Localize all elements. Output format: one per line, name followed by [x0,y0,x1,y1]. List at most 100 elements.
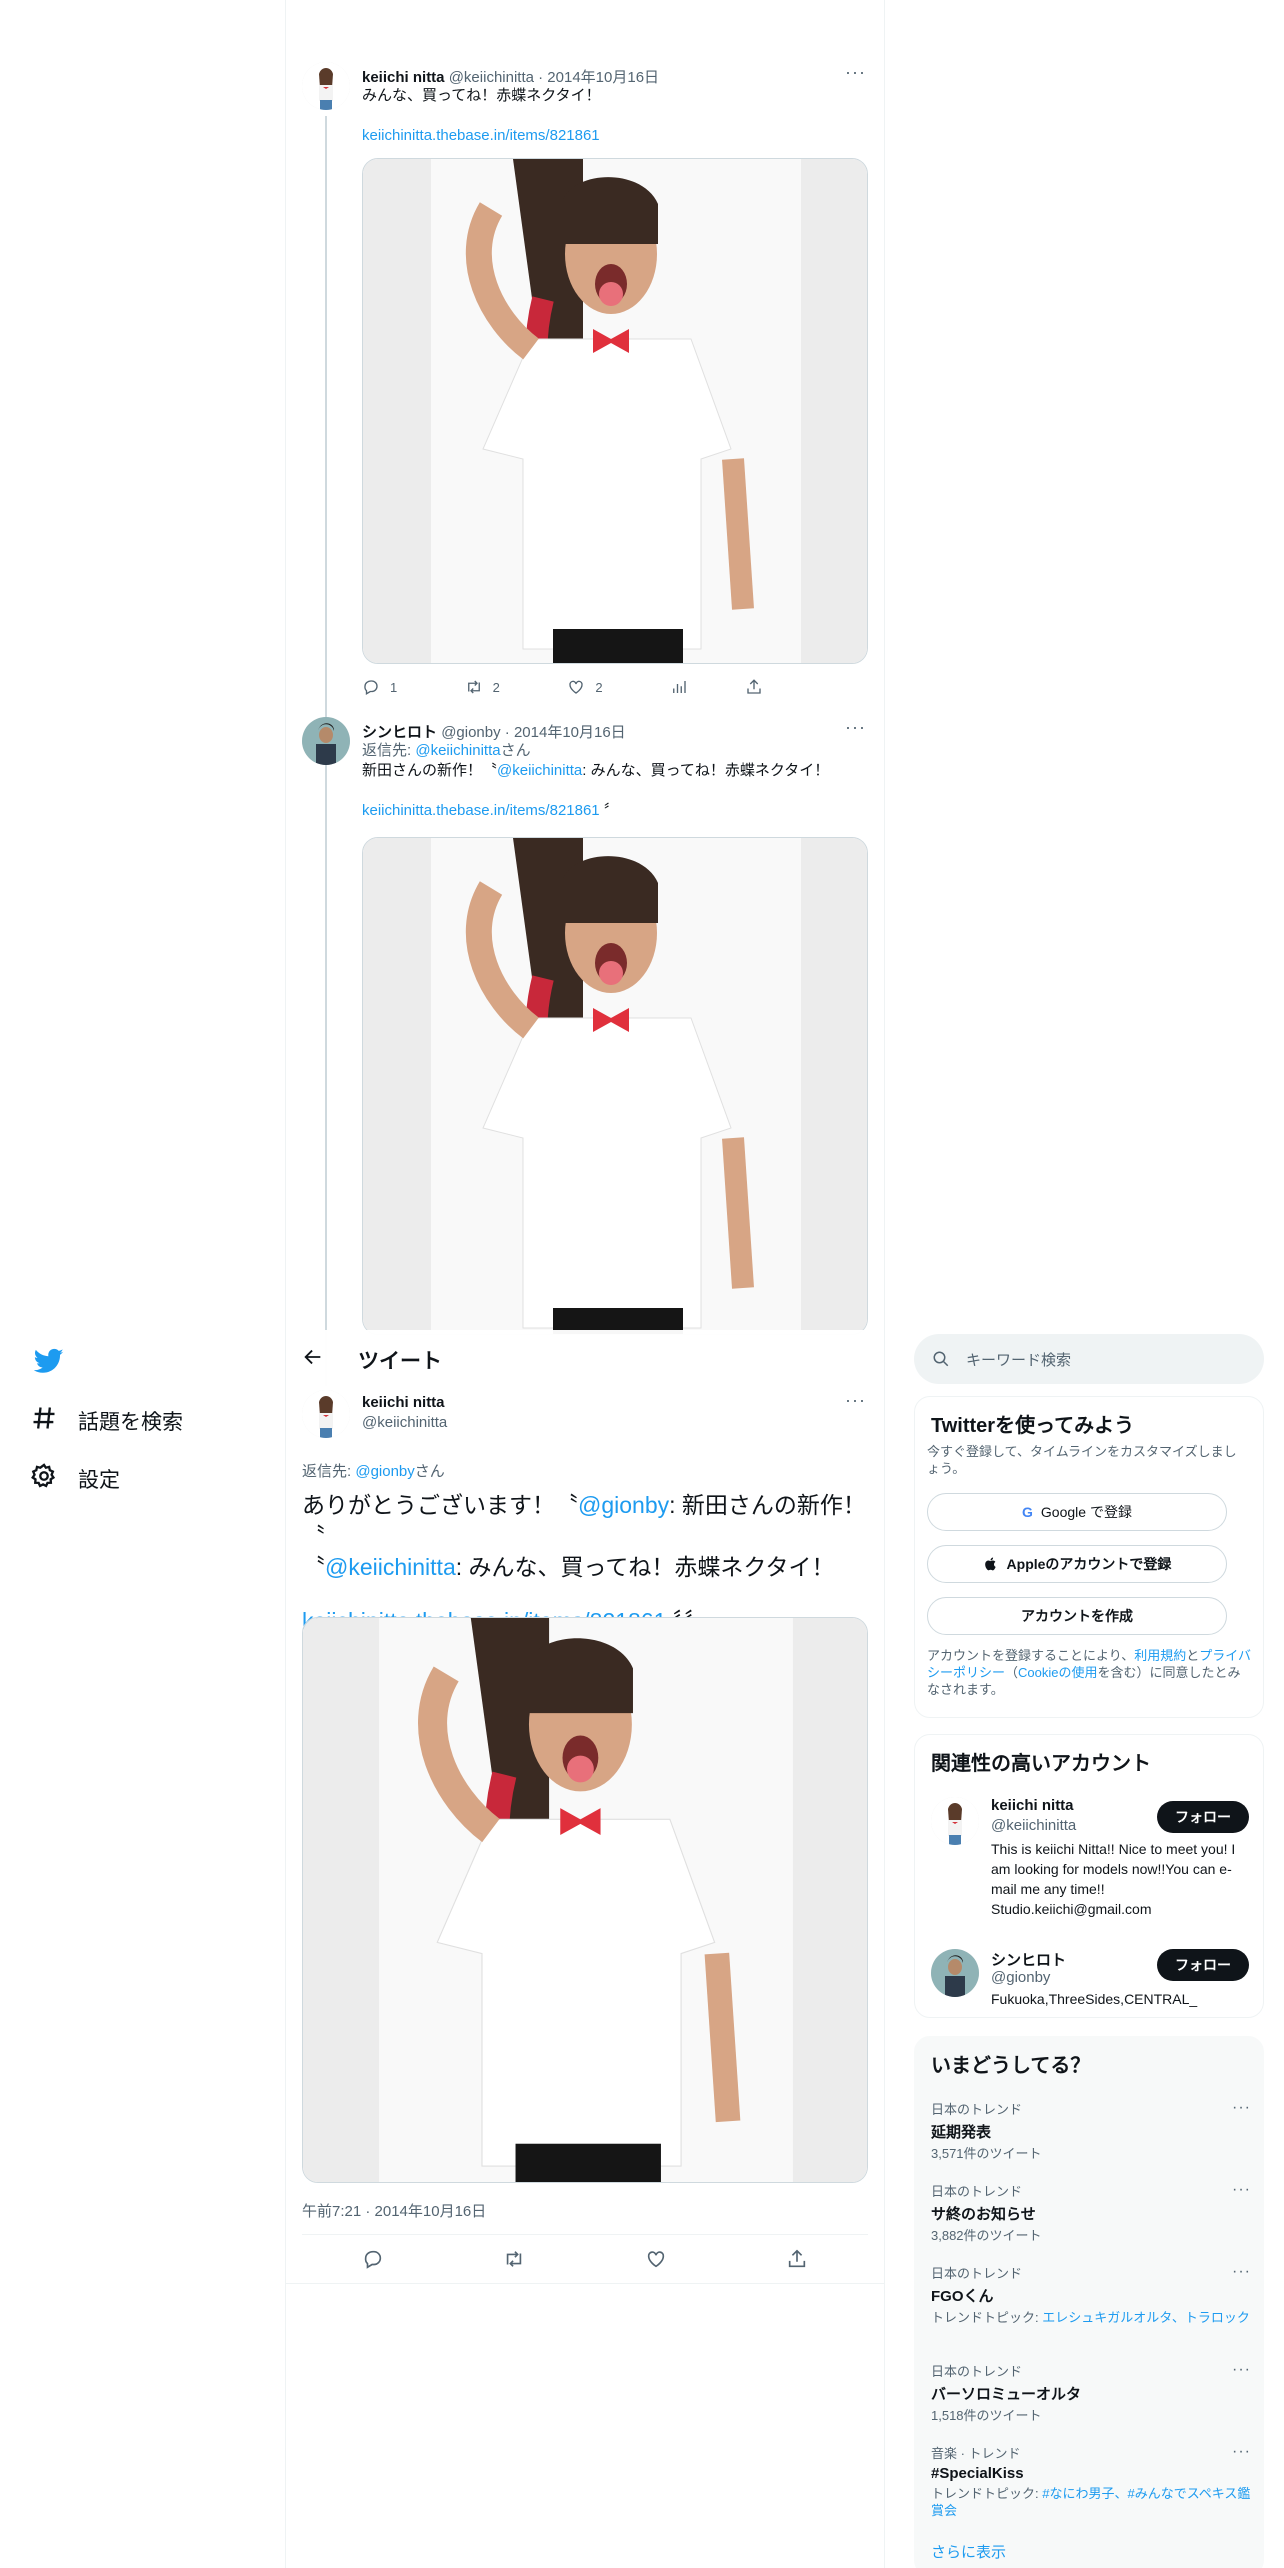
trend-count: 3,571件のツイート [931,2146,1042,2161]
retweet-count: 2 [492,679,500,695]
more-options-icon[interactable]: ··· [845,1390,866,1411]
tweet-link[interactable]: keiichinitta.thebase.in/items/821861 [362,127,600,144]
trend-topic-link[interactable]: エレシュキガルオルタ、トラロック [1042,2310,1250,2325]
cookie-link[interactable]: Cookieの使用 [1018,1665,1097,1680]
share-icon[interactable] [786,2248,808,2270]
trend-item[interactable]: 日本のトレンド サ終のお知らせ 3,882件のツイート ··· [931,2181,1251,2244]
mention-link[interactable]: @gionby [578,1492,669,1518]
trend-topics: トレンドトピック: #なにわ男子、#みんなでスペキス鑑賞会 [931,2485,1251,2519]
retweet-icon[interactable] [503,2248,525,2270]
tweet-photo[interactable] [362,158,868,664]
page-title: ツイート [358,1350,442,1373]
more-options-icon[interactable]: ··· [1232,2181,1251,2199]
search-placeholder: キーワード検索 [966,1351,1072,1369]
nav-settings-label: 設定 [78,1469,120,1492]
reply-suffix: さん [500,742,531,759]
reply-handle-link[interactable]: @gionby [355,1463,414,1480]
signup-legal: アカウントを登録することにより、利用規約とプライバシーポリシー（Cookieの使… [927,1647,1252,1698]
author-name[interactable]: keiichi nitta [362,1394,445,1411]
trend-category: 音楽 · トレンド [931,2446,1021,2461]
nav-settings[interactable]: 設定 [30,1462,120,1496]
avatar[interactable] [931,1797,979,1845]
google-signup-button[interactable]: G Google で登録 [927,1493,1227,1531]
account-bio: Fukuoka,ThreeSides,CENTRAL_ [991,1991,1198,2007]
reply-icon[interactable] [362,2248,384,2270]
search-box[interactable]: キーワード検索 [914,1334,1264,1384]
more-options-icon[interactable]: ··· [1232,2443,1251,2461]
reply-prefix: 返信先: [302,1463,356,1480]
avatar[interactable] [302,1390,350,1438]
account-name[interactable]: シンヒロト [991,1949,1066,1970]
heart-icon[interactable] [645,2248,667,2270]
avatar[interactable] [302,62,350,110]
tweet-photo[interactable] [302,1617,868,2183]
avatar[interactable] [302,717,350,765]
follow-button[interactable]: フォロー [1157,1801,1249,1833]
signup-title: Twitterを使ってみよう [931,1415,1135,1437]
apple-signup-label: Appleのアカウントで登録 [1006,1556,1172,1572]
tweet-timestamp[interactable]: 午前7:21 · 2014年10月16日 [302,2200,486,2221]
show-more-link[interactable]: さらに表示 [931,2541,1006,2562]
related-title: 関連性の高いアカウント [931,1753,1151,1775]
terms-link[interactable]: 利用規約 [1134,1648,1186,1663]
tweet-photo[interactable] [362,837,868,1335]
reply-handle-link[interactable]: @keiichinitta [415,742,500,759]
like-button[interactable]: 2 [567,678,670,696]
analytics-icon [673,681,686,693]
more-options-icon[interactable]: ··· [845,717,866,738]
more-options-icon[interactable]: ··· [1232,2361,1251,2379]
account-bio: This is keiichi Nitta!! Nice to meet you… [991,1841,1236,1917]
trend-topic-prefix: トレンドトピック: [931,2310,1043,2325]
trend-item[interactable]: 日本のトレンド 延期発表 3,571件のツイート ··· [931,2099,1251,2162]
trend-item[interactable]: 日本のトレンド バーソロミューオルタ 1,518件のツイート ··· [931,2361,1251,2424]
avatar[interactable] [931,1949,979,1997]
reply-count: 1 [390,679,398,695]
follow-button[interactable]: フォロー [1157,1949,1249,1981]
reply-button[interactable]: 1 [362,678,465,696]
share-icon [747,679,761,694]
retweet-button[interactable]: 2 [465,678,568,696]
trend-item[interactable]: 日本のトレンド FGOくん トレンドトピック: エレシュキガルオルタ、トラロック… [931,2263,1251,2326]
apple-signup-button[interactable]: Appleのアカウントで登録 [927,1545,1227,1583]
trend-item[interactable]: 音楽 · トレンド #SpecialKiss トレンドトピック: #なにわ男子、… [931,2443,1251,2519]
reply-icon [364,680,378,695]
signup-subtitle: 今すぐ登録して、タイムラインをカスタマイズしましょう。 [927,1444,1237,1476]
legal-text: （ [1005,1665,1019,1680]
tweet-actions [302,2235,868,2283]
trend-count: 3,882件のツイート [931,2228,1042,2243]
hashtag-icon [30,1404,58,1438]
reply-prefix: 返信先: [362,742,416,759]
related-accounts-card: 関連性の高いアカウント keiichi nitta @keiichinitta … [914,1734,1264,2018]
author-name[interactable]: keiichi nitta [362,69,445,86]
more-options-icon[interactable]: ··· [1232,2263,1251,2281]
trends-title: いまどうしてる？ [931,2055,1091,2077]
trend-category: 日本のトレンド [931,2102,1023,2117]
author-handle[interactable]: @keiichinitta [362,1414,447,1431]
like-count: 2 [595,679,603,695]
center-column-right-border [884,0,885,2568]
tweet-text-part: ありがとうございます！〝 [302,1492,578,1518]
related-account[interactable]: keiichi nitta @keiichinitta フォロー This is… [915,1795,1265,1917]
mention-link[interactable]: @keiichinitta [497,762,582,779]
related-account[interactable]: シンヒロト @gionby フォロー Fukuoka,ThreeSides,CE… [915,1947,1265,2007]
account-handle[interactable]: @gionby [991,1969,1050,1986]
divider [286,2283,884,2284]
analytics-button[interactable] [670,678,745,696]
account-name[interactable]: keiichi nitta [991,1797,1074,1814]
create-account-label: アカウントを作成 [1021,1608,1133,1624]
google-signup-label: Google で登録 [1040,1504,1132,1520]
tweet-link[interactable]: keiichinitta.thebase.in/items/821861 [362,802,600,819]
mention-link[interactable]: @keiichinitta [325,1554,456,1580]
twitter-bird-icon[interactable] [33,1346,64,1376]
author-meta[interactable]: @gionby · 2014年10月16日 [441,724,626,741]
author-name[interactable]: シンヒロト [362,724,437,741]
account-handle[interactable]: @keiichinitta [991,1817,1076,1834]
share-button[interactable] [745,678,782,696]
trend-topics: トレンドトピック: エレシュキガルオルタ、トラロック [931,2309,1251,2326]
author-meta[interactable]: @keiichinitta · 2014年10月16日 [449,69,659,86]
more-options-icon[interactable]: ··· [845,62,866,83]
back-arrow-icon[interactable] [302,1346,324,1368]
create-account-button[interactable]: アカウントを作成 [927,1597,1227,1635]
nav-explore[interactable]: 話題を検索 [30,1404,183,1438]
more-options-icon[interactable]: ··· [1232,2099,1251,2117]
